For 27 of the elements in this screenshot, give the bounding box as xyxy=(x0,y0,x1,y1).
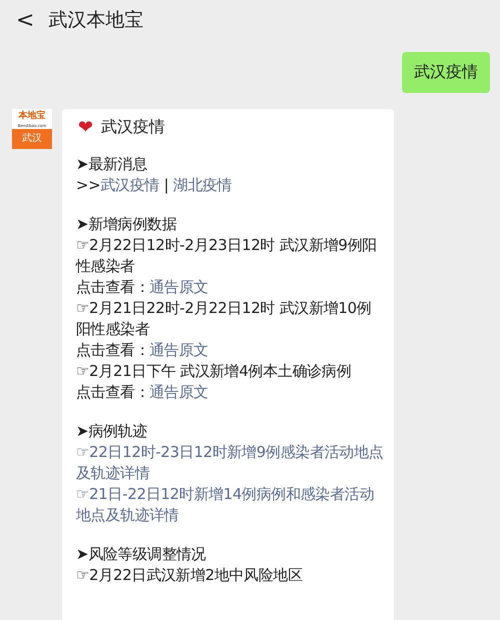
article-link[interactable]: ☞21日-22日12时新增14例病例和感染者活动地点及轨迹详情 xyxy=(76,484,384,526)
text-line: ☞2月22日武汉新增2地中风险地区 xyxy=(76,565,304,586)
text-label: | xyxy=(162,176,170,194)
link[interactable]: 武汉疫情 xyxy=(100,176,160,194)
card-title: 武汉疫情 xyxy=(101,117,166,138)
section-heading: ➤风险等级调整情况 xyxy=(76,544,207,565)
text-line: ☞2月21日22时-2月22日12时 武汉新增10例阳性感染者 xyxy=(76,298,372,340)
section-heading: ➤新增病例数据 xyxy=(76,214,178,235)
section-heading: ➤最新消息 xyxy=(76,154,148,175)
heart-icon: ❤ xyxy=(78,117,94,138)
chat-title: 武汉本地宝 xyxy=(48,8,144,33)
link[interactable]: 湖北疫情 xyxy=(173,176,232,194)
text-line: ☞2月22日12时-2月23日12时 武汉新增9例阳性感染者 xyxy=(76,235,378,277)
message-bubble: 武汉疫情 xyxy=(402,52,490,93)
section-heading: ➤病例轨迹 xyxy=(76,421,148,442)
text-label: 点击查看： xyxy=(76,341,150,359)
logo-city: 武汉 xyxy=(12,129,52,149)
text-label: 点击查看： xyxy=(76,383,150,401)
link[interactable]: 通告原文 xyxy=(150,341,208,359)
text-label: >> xyxy=(76,176,101,194)
text-line: ☞2月21日下午 武汉新增4例本土确诊病例 xyxy=(76,361,352,382)
article-link[interactable]: ☞22日12时-23日12时新增9例感染者活动地点及轨迹详情 xyxy=(76,442,384,484)
text-label: 点击查看： xyxy=(76,278,150,296)
back-button[interactable]: < xyxy=(12,8,38,32)
link[interactable]: 通告原文 xyxy=(150,383,208,401)
link[interactable]: 通告原文 xyxy=(150,278,208,296)
logo-brand: 本地宝 xyxy=(18,109,46,123)
